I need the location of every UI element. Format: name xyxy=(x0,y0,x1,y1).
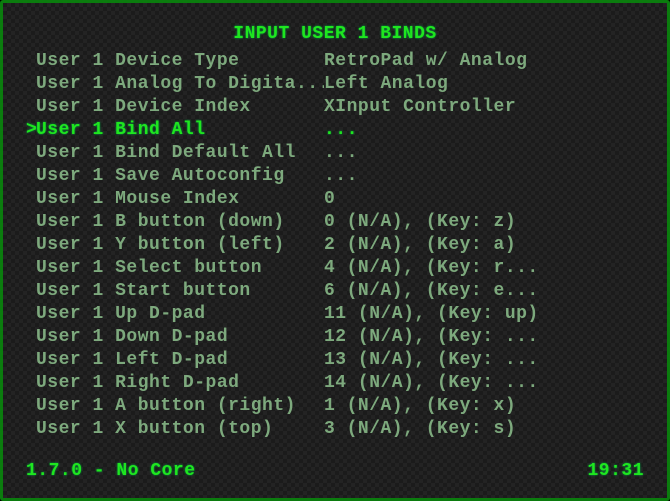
bind-value: Left Analog xyxy=(324,73,644,96)
bind-label: User 1 A button (right) xyxy=(36,395,324,418)
bind-value: RetroPad w/ Analog xyxy=(324,50,644,73)
bind-label: User 1 Save Autoconfig xyxy=(36,165,324,188)
bind-value: 14 (N/A), (Key: ... xyxy=(324,372,644,395)
bind-value: 4 (N/A), (Key: r... xyxy=(324,257,644,280)
bind-value: 3 (N/A), (Key: s) xyxy=(324,418,644,441)
bind-row[interactable]: User 1 Left D-pad13 (N/A), (Key: ... xyxy=(26,349,644,372)
cursor-icon: > xyxy=(26,119,36,142)
cursor-icon xyxy=(26,303,36,326)
bind-value: 0 (N/A), (Key: z) xyxy=(324,211,644,234)
bind-label: User 1 Select button xyxy=(36,257,324,280)
bind-row[interactable]: User 1 B button (down)0 (N/A), (Key: z) xyxy=(26,211,644,234)
cursor-icon xyxy=(26,165,36,188)
cursor-icon xyxy=(26,418,36,441)
bind-value: ... xyxy=(324,142,644,165)
bind-row[interactable]: User 1 A button (right)1 (N/A), (Key: x) xyxy=(26,395,644,418)
bind-label: User 1 Bind Default All xyxy=(36,142,324,165)
cursor-icon xyxy=(26,395,36,418)
bind-value: 0 xyxy=(324,188,644,211)
bind-label: User 1 Mouse Index xyxy=(36,188,324,211)
bind-row[interactable]: User 1 Start button6 (N/A), (Key: e... xyxy=(26,280,644,303)
status-bar: 1.7.0 - No Core 19:31 xyxy=(26,460,644,483)
bind-label: User 1 Device Type xyxy=(36,50,324,73)
cursor-icon xyxy=(26,188,36,211)
bind-row[interactable]: User 1 Y button (left)2 (N/A), (Key: a) xyxy=(26,234,644,257)
page-title: INPUT USER 1 BINDS xyxy=(26,23,644,46)
bind-label: User 1 Down D-pad xyxy=(36,326,324,349)
bind-label: User 1 Right D-pad xyxy=(36,372,324,395)
bind-label: User 1 X button (top) xyxy=(36,418,324,441)
bind-row[interactable]: User 1 Right D-pad14 (N/A), (Key: ... xyxy=(26,372,644,395)
bind-value: 2 (N/A), (Key: a) xyxy=(324,234,644,257)
bind-label: User 1 Device Index xyxy=(36,96,324,119)
bind-label: User 1 Y button (left) xyxy=(36,234,324,257)
bind-value: 12 (N/A), (Key: ... xyxy=(324,326,644,349)
bind-label: User 1 Up D-pad xyxy=(36,303,324,326)
bind-row[interactable]: User 1 Bind Default All... xyxy=(26,142,644,165)
cursor-icon xyxy=(26,234,36,257)
clock-text: 19:31 xyxy=(587,460,644,483)
cursor-icon xyxy=(26,257,36,280)
bind-row[interactable]: User 1 X button (top)3 (N/A), (Key: s) xyxy=(26,418,644,441)
bind-value: ... xyxy=(324,165,644,188)
bind-value: XInput Controller xyxy=(324,96,644,119)
bind-row[interactable]: User 1 Device TypeRetroPad w/ Analog xyxy=(26,50,644,73)
bind-value: 11 (N/A), (Key: up) xyxy=(324,303,644,326)
bind-row[interactable]: User 1 Select button4 (N/A), (Key: r... xyxy=(26,257,644,280)
bind-row[interactable]: User 1 Down D-pad12 (N/A), (Key: ... xyxy=(26,326,644,349)
bind-value: ... xyxy=(324,119,644,142)
bind-label: User 1 Start button xyxy=(36,280,324,303)
cursor-icon xyxy=(26,73,36,96)
cursor-icon xyxy=(26,372,36,395)
cursor-icon xyxy=(26,280,36,303)
cursor-icon xyxy=(26,211,36,234)
settings-screen: INPUT USER 1 BINDS User 1 Device TypeRet… xyxy=(0,0,670,501)
cursor-icon xyxy=(26,326,36,349)
cursor-icon xyxy=(26,50,36,73)
bind-row[interactable]: User 1 Analog To Digita...Left Analog xyxy=(26,73,644,96)
cursor-icon xyxy=(26,142,36,165)
bind-value: 1 (N/A), (Key: x) xyxy=(324,395,644,418)
bind-row[interactable]: >User 1 Bind All... xyxy=(26,119,644,142)
bind-label: User 1 Bind All xyxy=(36,119,324,142)
cursor-icon xyxy=(26,349,36,372)
binds-list: User 1 Device TypeRetroPad w/ Analog Use… xyxy=(26,50,644,441)
bind-label: User 1 B button (down) xyxy=(36,211,324,234)
bind-value: 6 (N/A), (Key: e... xyxy=(324,280,644,303)
bind-label: User 1 Analog To Digita... xyxy=(36,73,324,96)
bind-label: User 1 Left D-pad xyxy=(36,349,324,372)
version-text: 1.7.0 - No Core xyxy=(26,460,196,483)
bind-row[interactable]: User 1 Up D-pad11 (N/A), (Key: up) xyxy=(26,303,644,326)
bind-row[interactable]: User 1 Device IndexXInput Controller xyxy=(26,96,644,119)
bind-value: 13 (N/A), (Key: ... xyxy=(324,349,644,372)
cursor-icon xyxy=(26,96,36,119)
bind-row[interactable]: User 1 Save Autoconfig... xyxy=(26,165,644,188)
bind-row[interactable]: User 1 Mouse Index0 xyxy=(26,188,644,211)
